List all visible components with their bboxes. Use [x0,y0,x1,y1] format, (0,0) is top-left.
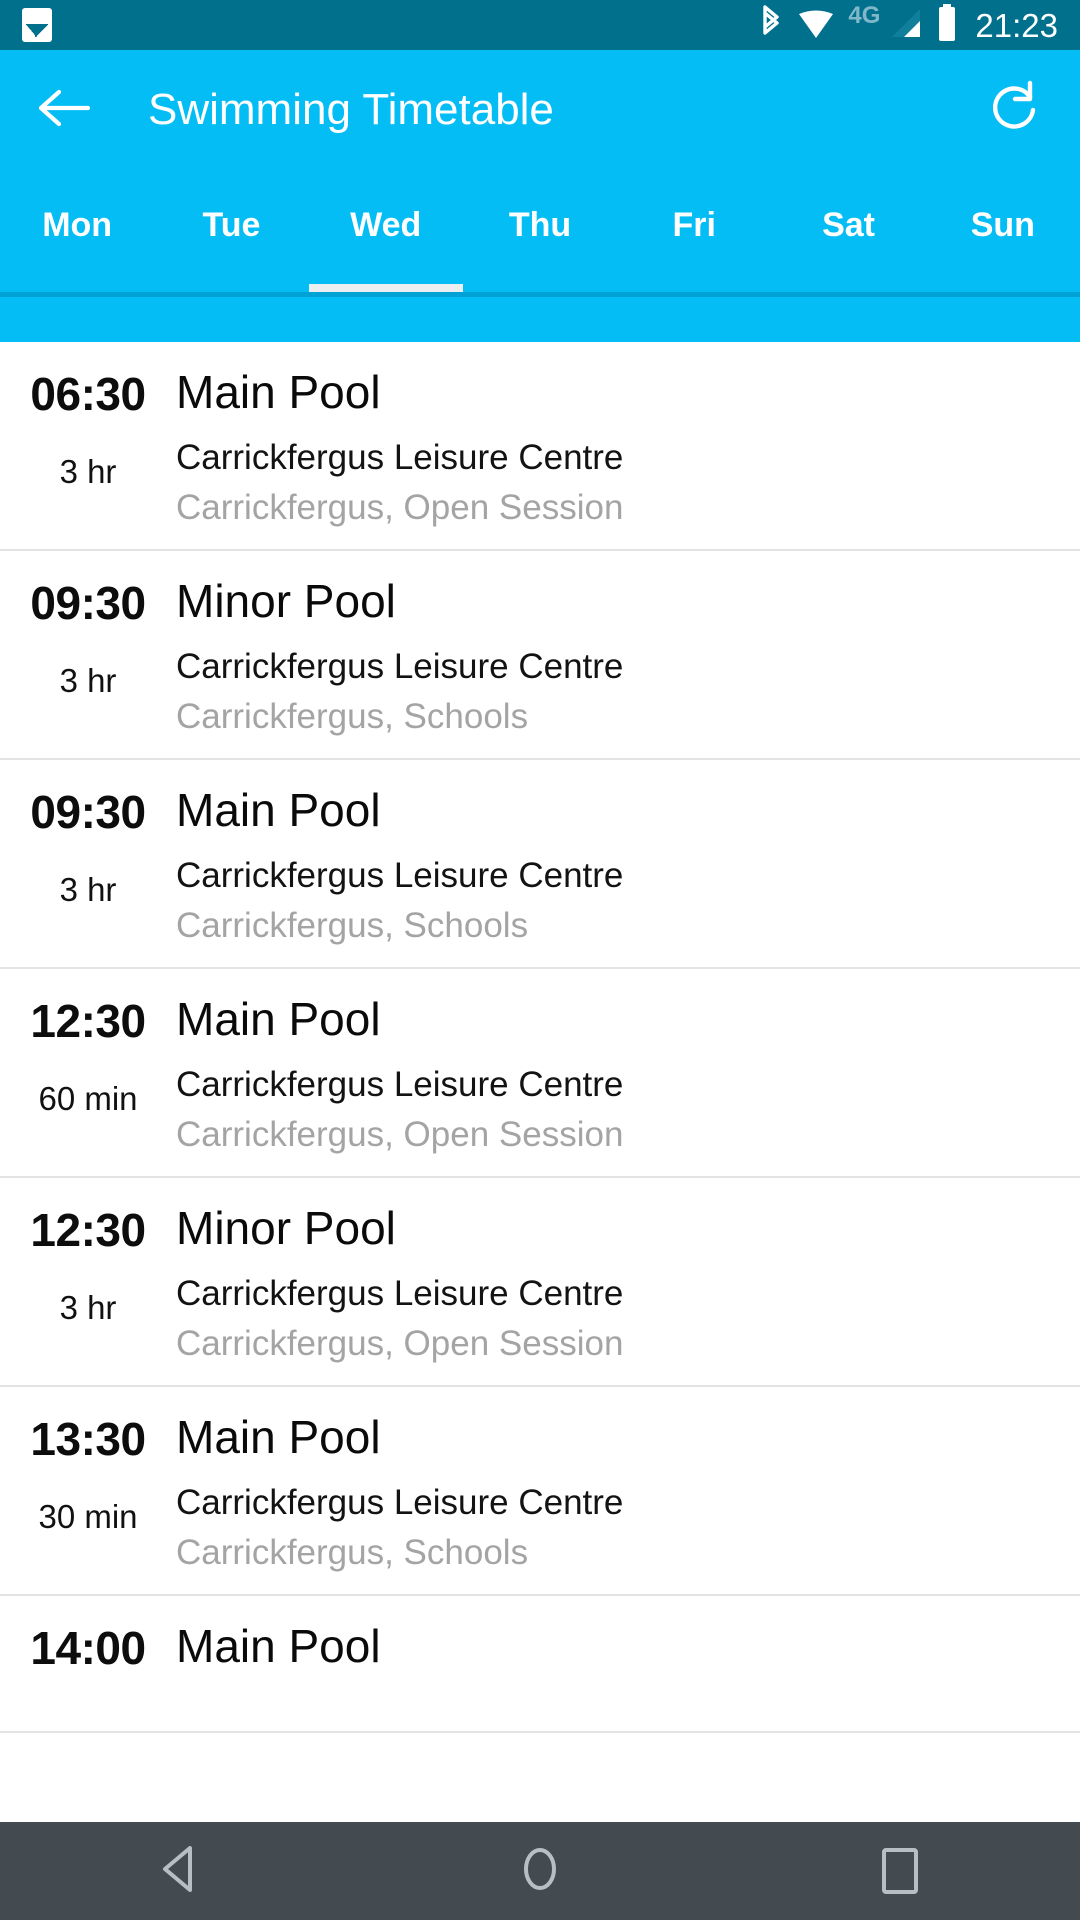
battery-icon [936,3,958,47]
nav-home-button[interactable] [360,1822,720,1920]
tab-label: Tue [202,205,261,244]
session-meta: Carrickfergus, Open Session [176,487,624,527]
tab-label: Wed [350,205,422,244]
session-venue: Carrickfergus Leisure Centre [176,437,624,477]
table-row[interactable]: 09:30 3 hr Minor Pool Carrickfergus Leis… [0,551,1080,761]
row-time-column: 13:30 30 min [0,1413,176,1533]
tab-sat[interactable]: Sat [771,170,925,292]
session-duration: 3 hr [59,661,117,699]
square-recents-icon [882,1848,918,1894]
session-duration: 3 hr [59,452,117,490]
photo-icon [22,8,52,42]
phone-screen: 4G 21:23 Swimming Timetable Mon Tue Wed … [0,0,1080,1920]
session-title: Main Pool [176,993,381,1046]
session-time: 14:00 [30,1622,146,1675]
back-button[interactable] [36,82,92,138]
status-bar-left [22,8,52,42]
table-row[interactable]: 12:30 60 min Main Pool Carrickfergus Lei… [0,969,1080,1179]
session-duration: 3 hr [59,870,117,908]
android-nav-bar [0,1822,1080,1920]
nav-back-button[interactable] [0,1822,360,1920]
tab-sun[interactable]: Sun [926,170,1080,292]
tab-label: Fri [672,205,716,244]
session-title: Minor Pool [176,575,396,628]
session-meta: Carrickfergus, Schools [176,696,529,736]
refresh-icon [985,79,1043,142]
session-meta: Carrickfergus, Open Session [176,1115,624,1154]
session-time: 12:30 [30,1204,146,1257]
bluetooth-icon [758,4,784,47]
tab-label: Sat [822,205,875,244]
session-title: Main Pool [176,366,381,418]
session-title: Minor Pool [176,1202,396,1255]
row-detail-column: Minor Pool Carrickfergus Leisure Centre … [176,1202,1080,1364]
session-time: 06:30 [30,368,146,420]
status-bar-clock: 21:23 [975,6,1058,44]
row-detail-column: Main Pool [176,1622,1080,1692]
session-duration: 3 hr [59,1288,117,1326]
tab-thu[interactable]: Thu [463,170,617,292]
row-detail-column: Main Pool Carrickfergus Leisure Centre C… [176,784,1080,945]
session-venue: Carrickfergus Leisure Centre [176,855,624,895]
row-time-column: 06:30 3 hr [0,368,176,488]
row-time-column: 14:00 [0,1622,176,1709]
triangle-back-icon [158,1844,202,1899]
session-duration: 30 min [38,1497,138,1535]
session-venue: Carrickfergus Leisure Centre [176,1273,624,1313]
session-time: 09:30 [30,786,146,839]
session-time: 09:30 [30,577,146,630]
status-bar: 4G 21:23 [0,0,1080,50]
row-time-column: 12:30 60 min [0,995,176,1115]
wifi-icon [797,7,835,44]
table-row[interactable]: 09:30 3 hr Main Pool Carrickfergus Leisu… [0,760,1080,970]
table-row[interactable]: 14:00 Main Pool [0,1596,1080,1734]
session-meta: Carrickfergus, Schools [176,905,529,945]
row-detail-column: Main Pool Carrickfergus Leisure Centre C… [176,993,1080,1154]
network-type-label: 4G [848,2,881,29]
session-title: Main Pool [176,1411,381,1464]
tab-indicator [308,284,463,292]
table-row[interactable]: 06:30 3 hr Main Pool Carrickfergus Leisu… [0,342,1080,552]
tab-fri[interactable]: Fri [617,170,771,292]
circle-home-icon [518,1843,562,1900]
status-bar-right: 4G 21:23 [758,2,1058,47]
row-time-column: 12:30 3 hr [0,1204,176,1324]
nav-recents-button[interactable] [720,1822,1080,1920]
table-row[interactable]: 13:30 30 min Main Pool Carrickfergus Lei… [0,1387,1080,1597]
tab-wed[interactable]: Wed [308,170,463,292]
row-time-column: 09:30 3 hr [0,577,176,697]
session-meta: Carrickfergus, Schools [176,1533,529,1573]
app-bar: Swimming Timetable [0,50,1080,170]
session-time: 13:30 [30,1413,146,1466]
page-title: Swimming Timetable [148,85,554,134]
signal-icon [889,7,923,44]
table-row[interactable]: 12:30 3 hr Minor Pool Carrickfergus Leis… [0,1178,1080,1388]
session-venue: Carrickfergus Leisure Centre [176,1064,624,1104]
session-title: Main Pool [176,784,381,837]
tab-tue[interactable]: Tue [154,170,308,292]
row-detail-column: Main Pool Carrickfergus Leisure Centre C… [176,366,1080,527]
tab-label: Sun [970,205,1035,244]
row-time-column: 09:30 3 hr [0,786,176,906]
row-detail-column: Main Pool Carrickfergus Leisure Centre C… [176,1411,1080,1573]
day-tab-strip[interactable]: Mon Tue Wed Thu Fri Sat Sun [0,170,1080,292]
session-duration: 60 min [38,1079,138,1117]
session-venue: Carrickfergus Leisure Centre [176,646,624,686]
back-arrow-icon [37,87,91,134]
session-venue: Carrickfergus Leisure Centre [176,1482,624,1522]
tab-label: Mon [42,205,113,244]
session-title: Main Pool [176,1620,381,1673]
tab-label: Thu [508,205,572,244]
tab-mon[interactable]: Mon [0,170,154,292]
session-meta: Carrickfergus, Open Session [176,1324,624,1364]
tab-strip-filler [0,297,1080,342]
session-list[interactable]: 06:30 3 hr Main Pool Carrickfergus Leisu… [0,342,1080,1920]
session-time: 12:30 [30,995,146,1048]
refresh-button[interactable] [984,80,1044,140]
row-detail-column: Minor Pool Carrickfergus Leisure Centre … [176,575,1080,736]
